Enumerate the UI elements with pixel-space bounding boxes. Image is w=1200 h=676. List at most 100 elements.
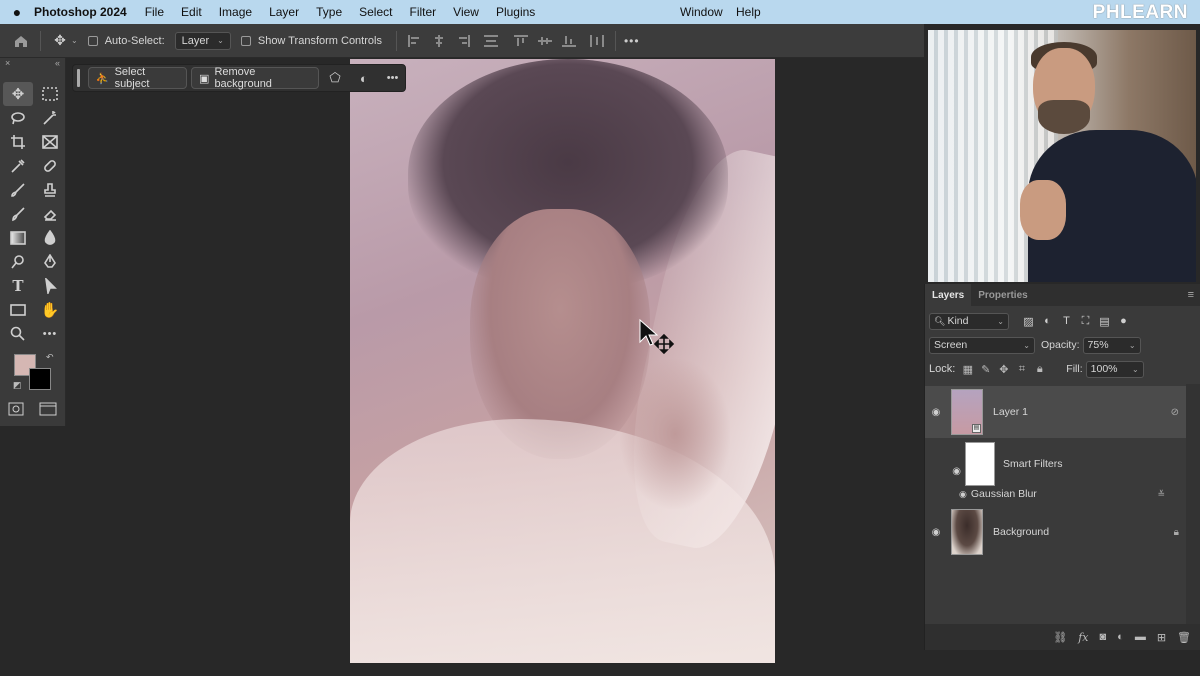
app-name-menu[interactable]: Photoshop 2024 — [34, 5, 127, 19]
adjustment-icon[interactable]: ◐ — [1117, 631, 1124, 643]
blend-mode-dropdown[interactable]: Screen ⌄ — [929, 336, 1035, 354]
blur-tool-icon[interactable] — [35, 226, 65, 250]
menu-layer[interactable]: Layer — [269, 5, 299, 19]
lock-artboard-icon[interactable]: ⌗ — [1015, 363, 1028, 376]
menu-window[interactable]: Window — [680, 5, 723, 19]
background-color-swatch[interactable] — [29, 368, 51, 390]
menu-image[interactable]: Image — [219, 5, 252, 19]
dodge-tool-icon[interactable] — [3, 250, 33, 274]
distribute-vertical-icon[interactable] — [587, 32, 607, 50]
pen-tool-icon[interactable] — [35, 250, 65, 274]
document-canvas[interactable] — [350, 59, 775, 663]
menu-edit[interactable]: Edit — [181, 5, 202, 19]
visibility-eye-icon[interactable]: ◉ — [925, 527, 947, 538]
panel-menu-icon[interactable]: ≡ — [1188, 289, 1194, 301]
align-right-icon[interactable] — [453, 32, 473, 50]
path-selection-tool-icon[interactable] — [35, 274, 65, 298]
mask-icon[interactable]: ◙ — [1100, 631, 1107, 643]
default-colors-icon[interactable]: ◩ — [13, 380, 22, 391]
collapse-icon[interactable]: « — [55, 58, 60, 70]
filter-toggle-icon[interactable]: ● — [1116, 314, 1131, 329]
filter-row-gaussian-blur[interactable]: ◉ Gaussian Blur ≚ — [959, 488, 1165, 500]
align-left-icon[interactable] — [405, 32, 425, 50]
menu-select[interactable]: Select — [359, 5, 392, 19]
apple-icon[interactable]: ● — [0, 4, 34, 20]
visibility-eye-icon[interactable]: ◉ — [925, 466, 965, 477]
pixel-filter-icon[interactable]: ▨ — [1021, 314, 1036, 329]
rectangle-tool-icon[interactable] — [3, 298, 33, 322]
adjustment-filter-icon[interactable]: ◐ — [1040, 314, 1055, 329]
more-options-icon[interactable]: ••• — [380, 72, 405, 84]
gradient-tool-icon[interactable] — [3, 226, 33, 250]
menu-view[interactable]: View — [453, 5, 479, 19]
menu-filter[interactable]: Filter — [409, 5, 436, 19]
menu-plugins[interactable]: Plugins — [496, 5, 535, 19]
lock-position-icon[interactable]: ✥ — [997, 363, 1010, 376]
crop-tool-icon[interactable] — [3, 130, 33, 154]
shape-filter-icon[interactable]: ⛶ — [1078, 314, 1093, 329]
tab-layers[interactable]: Layers — [925, 284, 972, 306]
opacity-input[interactable]: 75% ⌄ — [1082, 336, 1141, 354]
marquee-tool-icon[interactable] — [35, 82, 65, 106]
magic-wand-tool-icon[interactable] — [35, 106, 65, 130]
frame-tool-icon[interactable] — [35, 130, 65, 154]
healing-brush-tool-icon[interactable] — [35, 154, 65, 178]
eraser-tool-icon[interactable] — [35, 202, 65, 226]
chevron-down-icon[interactable]: ⌄ — [71, 36, 78, 45]
smart-filter-icon[interactable]: ⊘ — [1171, 407, 1179, 418]
hand-tool-icon[interactable]: ✋ — [35, 298, 65, 322]
swap-colors-icon[interactable]: ↶ — [46, 352, 54, 363]
layer-row-background[interactable]: ◉ Background 🔒︎ — [925, 506, 1187, 558]
remove-background-button[interactable]: ▣ Remove background — [191, 66, 319, 90]
brush-tool-icon[interactable] — [3, 178, 33, 202]
history-brush-tool-icon[interactable] — [3, 202, 33, 226]
lock-pixels-icon[interactable]: ✎ — [979, 363, 992, 376]
new-layer-icon[interactable]: ⊞ — [1157, 631, 1166, 644]
filter-mask-thumbnail[interactable] — [965, 442, 995, 486]
more-tools-icon[interactable]: ••• — [35, 322, 65, 346]
eyedropper-tool-icon[interactable] — [3, 154, 33, 178]
align-top-icon[interactable] — [511, 32, 531, 50]
trash-icon[interactable]: 🗑︎ — [1177, 631, 1191, 644]
more-options-icon[interactable]: ••• — [624, 34, 640, 48]
menu-type[interactable]: Type — [316, 5, 342, 19]
quick-mask-icon[interactable] — [8, 402, 24, 419]
align-bottom-icon[interactable] — [559, 32, 579, 50]
auto-select-target-dropdown[interactable]: Layer ⌄ — [174, 31, 231, 50]
menu-help[interactable]: Help — [736, 5, 761, 19]
close-icon[interactable]: × — [5, 58, 10, 70]
lasso-tool-icon[interactable] — [3, 106, 33, 130]
adjustment-icon[interactable]: ◐ — [351, 71, 376, 86]
home-icon[interactable] — [10, 30, 32, 52]
screen-mode-icon[interactable] — [39, 402, 57, 419]
auto-select-checkbox[interactable] — [87, 35, 98, 46]
align-center-icon[interactable] — [429, 32, 449, 50]
link-icon[interactable]: ⛓ — [1053, 631, 1067, 644]
smart-object-filter-icon[interactable]: ▤ — [1097, 314, 1112, 329]
stamp-tool-icon[interactable] — [35, 178, 65, 202]
align-middle-icon[interactable] — [535, 32, 555, 50]
kind-filter-dropdown[interactable]: 🔍︎ Kind ⌄ — [929, 312, 1009, 330]
menu-file[interactable]: File — [145, 5, 164, 19]
type-tool-icon[interactable]: T — [3, 274, 33, 298]
lock-transparent-icon[interactable]: ▦ — [961, 363, 974, 376]
lock-all-icon[interactable]: 🔒︎ — [1033, 363, 1046, 376]
zoom-tool-icon[interactable] — [3, 322, 33, 346]
visibility-eye-icon[interactable]: ◉ — [959, 489, 967, 500]
tab-properties[interactable]: Properties — [971, 284, 1034, 306]
layers-scrollbar[interactable] — [1186, 384, 1200, 624]
fill-input[interactable]: 100% ⌄ — [1085, 360, 1144, 378]
blending-options-icon[interactable]: ≚ — [1157, 489, 1165, 500]
drag-handle[interactable] — [77, 69, 80, 87]
layer-row-layer1[interactable]: ◉ ▤ Layer 1 ⊘ — [925, 386, 1187, 438]
select-subject-button[interactable]: ⛹ Select subject — [87, 66, 188, 90]
transform-icon[interactable]: ⬠ — [323, 70, 348, 86]
move-tool-icon[interactable]: ✥ — [49, 30, 71, 52]
visibility-eye-icon[interactable]: ◉ — [925, 407, 947, 418]
distribute-icon[interactable] — [481, 32, 501, 50]
fx-icon[interactable]: fx — [1078, 631, 1088, 644]
type-filter-icon[interactable]: T — [1059, 314, 1074, 329]
transform-controls-checkbox[interactable] — [240, 35, 251, 46]
folder-icon[interactable]: ▬ — [1135, 631, 1146, 643]
move-tool-icon[interactable]: ✥ — [3, 82, 33, 106]
